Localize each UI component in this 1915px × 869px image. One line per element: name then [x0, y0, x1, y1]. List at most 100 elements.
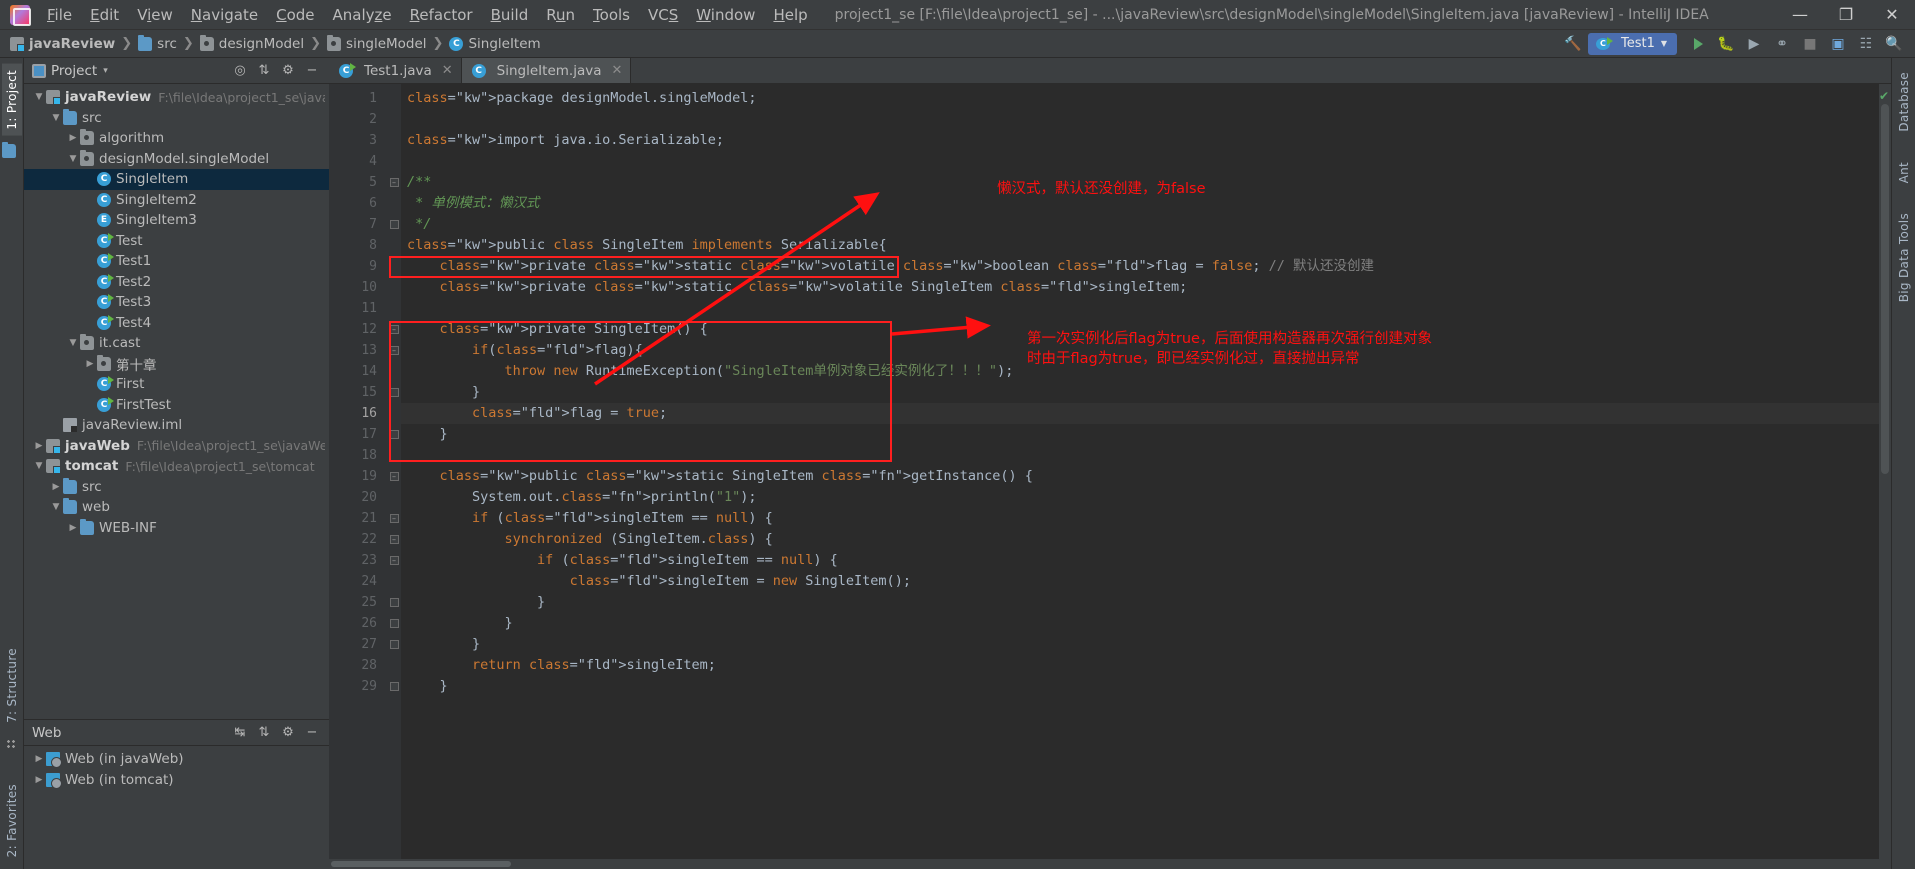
fold-collapse-icon[interactable]: –: [389, 346, 399, 355]
code-line[interactable]: [401, 151, 1891, 172]
layout-icon[interactable]: ☷: [1853, 32, 1879, 56]
code-line[interactable]: class="kw">public class="kw">static Sing…: [401, 466, 1891, 487]
tree-row[interactable]: C SingleItem: [24, 169, 329, 190]
editor-scrollbar-vertical[interactable]: ✔: [1879, 84, 1891, 859]
web-tree-row[interactable]: ▶ Web (in tomcat): [24, 770, 329, 791]
chevron-down-icon[interactable]: ▼: [32, 92, 46, 102]
minimize-button[interactable]: —: [1777, 0, 1823, 29]
web-tree[interactable]: ▶ Web (in javaWeb) ▶ Web (in tomcat): [24, 746, 329, 869]
tree-row[interactable]: C Test2: [24, 272, 329, 293]
chevron-down-icon[interactable]: ▼: [66, 338, 80, 348]
menu-item-tools[interactable]: Tools: [584, 2, 639, 28]
fold-marker[interactable]: [387, 676, 401, 697]
breadcrumb-item-singleitem[interactable]: C SingleItem: [449, 36, 541, 52]
search-icon[interactable]: 🔍: [1881, 32, 1907, 56]
tree-row[interactable]: ▼ web: [24, 497, 329, 518]
menu-item-code[interactable]: Code: [267, 2, 323, 28]
locate-icon[interactable]: ◎: [229, 61, 251, 81]
tree-row[interactable]: C SingleItem2: [24, 190, 329, 211]
scrollbar-thumb-horizontal[interactable]: [331, 861, 511, 867]
tree-row[interactable]: C Test3: [24, 292, 329, 313]
chevron-down-icon[interactable]: ▾: [103, 66, 108, 76]
fold-collapse-icon[interactable]: –: [389, 472, 399, 481]
close-icon[interactable]: ✕: [442, 63, 453, 78]
chevron-down-icon[interactable]: ▼: [49, 502, 63, 512]
fold-collapse-icon[interactable]: –: [389, 325, 399, 334]
tree-row[interactable]: ▼ tomcat F:\file\Idea\project1_se\tomcat: [24, 456, 329, 477]
chevron-right-icon[interactable]: ▶: [32, 754, 46, 764]
code-line[interactable]: */: [401, 214, 1891, 235]
fold-marker[interactable]: [387, 214, 401, 235]
chevron-right-icon[interactable]: ▶: [66, 133, 80, 143]
tree-row[interactable]: C First: [24, 374, 329, 395]
tree-row[interactable]: ▼ src: [24, 108, 329, 129]
run-icon[interactable]: [1685, 32, 1711, 56]
fold-marker[interactable]: –: [387, 508, 401, 529]
tree-row[interactable]: ▶ algorithm: [24, 128, 329, 149]
tree-row[interactable]: javaReview.iml: [24, 415, 329, 436]
menu-item-vcs[interactable]: VCS: [639, 2, 687, 28]
code-line[interactable]: class="fld">flag = true;: [401, 403, 1891, 424]
code-line[interactable]: }: [401, 424, 1891, 445]
chevron-right-icon[interactable]: ▶: [66, 523, 80, 533]
settings-icon[interactable]: ⚙: [277, 723, 299, 743]
tree-row[interactable]: C Test: [24, 231, 329, 252]
tree-row[interactable]: C Test1: [24, 251, 329, 272]
debug-icon[interactable]: 🐛: [1713, 32, 1739, 56]
menu-item-file[interactable]: File: [38, 2, 81, 28]
editor-scrollbar-horizontal[interactable]: [329, 859, 1891, 869]
fold-end-icon[interactable]: [389, 640, 399, 649]
scrollbar-thumb[interactable]: [1881, 104, 1889, 474]
fold-marker[interactable]: –: [387, 172, 401, 193]
fold-end-icon[interactable]: [389, 598, 399, 607]
breadcrumb-item-src[interactable]: src ❯: [138, 34, 200, 52]
project-tree[interactable]: ▼javaReviewF:\file\Idea\project1_se\java…: [24, 84, 329, 719]
chevron-down-icon[interactable]: ▼: [32, 461, 46, 471]
stop-icon[interactable]: ■: [1797, 32, 1823, 56]
code-line[interactable]: [401, 445, 1891, 466]
restore-button[interactable]: ❐: [1823, 0, 1869, 29]
fold-marker[interactable]: [387, 613, 401, 634]
chevron-down-icon[interactable]: ▼: [66, 154, 80, 164]
close-icon[interactable]: ✕: [611, 63, 622, 78]
code-line[interactable]: if (class="fld">singleItem == null) {: [401, 550, 1891, 571]
chevron-right-icon[interactable]: ▶: [32, 441, 46, 451]
tool-tab-database[interactable]: Database: [1894, 66, 1914, 138]
code-line[interactable]: }: [401, 382, 1891, 403]
code-line[interactable]: }: [401, 592, 1891, 613]
code-line[interactable]: }: [401, 634, 1891, 655]
menu-item-build[interactable]: Build: [482, 2, 538, 28]
code-line[interactable]: class="kw">import java.io.Serializable;: [401, 130, 1891, 151]
code-line[interactable]: class="kw">private class="kw">static cla…: [401, 256, 1891, 277]
code-line[interactable]: return class="fld">singleItem;: [401, 655, 1891, 676]
run-configuration-selector[interactable]: C Test1 ▼: [1587, 32, 1677, 55]
tree-row[interactable]: ▶ 第十章: [24, 354, 329, 375]
hide-icon[interactable]: −: [301, 61, 323, 81]
fold-collapse-icon[interactable]: –: [389, 535, 399, 544]
collapse-all-icon[interactable]: ⇅: [253, 61, 275, 81]
code-line[interactable]: }: [401, 613, 1891, 634]
breadcrumb-item-singlemodel[interactable]: singleModel ❯: [327, 34, 449, 52]
coverage-icon[interactable]: ▶: [1741, 32, 1767, 56]
code-line[interactable]: if (class="fld">singleItem == null) {: [401, 508, 1891, 529]
code-line[interactable]: [401, 109, 1891, 130]
fold-marker[interactable]: –: [387, 466, 401, 487]
editor-tab[interactable]: C SingleItem.java ✕: [461, 58, 632, 83]
profile-icon[interactable]: ⚭: [1769, 32, 1795, 56]
chevron-right-icon[interactable]: ▶: [49, 482, 63, 492]
code-line[interactable]: class="fld">singleItem = new SingleItem(…: [401, 571, 1891, 592]
code-line[interactable]: [401, 298, 1891, 319]
menu-item-navigate[interactable]: Navigate: [182, 2, 267, 28]
fold-marker[interactable]: [387, 592, 401, 613]
tree-row[interactable]: ▶ WEB-INF: [24, 518, 329, 539]
code-line[interactable]: }: [401, 676, 1891, 697]
menu-item-view[interactable]: View: [128, 2, 182, 28]
fold-marker[interactable]: –: [387, 529, 401, 550]
fold-marker[interactable]: [387, 634, 401, 655]
menu-item-help[interactable]: Help: [764, 2, 816, 28]
breadcrumb-item-javareview[interactable]: javaReview ❯: [10, 36, 138, 52]
web-tree-row[interactable]: ▶ Web (in javaWeb): [24, 749, 329, 770]
tool-tab-ant[interactable]: Ant: [1894, 156, 1914, 189]
chevron-right-icon[interactable]: ▶: [83, 359, 97, 369]
tree-row[interactable]: ▼ it.cast: [24, 333, 329, 354]
